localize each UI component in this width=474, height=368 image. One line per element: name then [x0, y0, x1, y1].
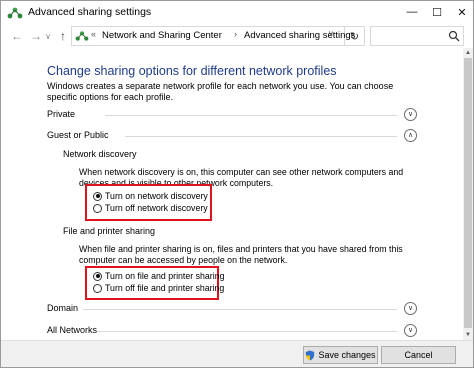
radio-turn-on-file-printer-sharing[interactable]: Turn on file and printer sharing	[93, 271, 224, 281]
cancel-button[interactable]: Cancel	[381, 346, 456, 364]
radio-turn-off-network-discovery[interactable]: Turn off network discovery	[93, 203, 208, 213]
breadcrumb-advanced-sharing-settings[interactable]: Advanced sharing settings	[244, 30, 355, 41]
maximize-button[interactable]: ☐	[424, 1, 450, 23]
breadcrumb-separator[interactable]: ›	[234, 29, 237, 39]
expand-private-button[interactable]: ∨	[404, 108, 417, 121]
divider	[83, 309, 397, 310]
minimize-button[interactable]: —	[399, 1, 425, 23]
save-changes-label: Save changes	[318, 350, 376, 360]
sharing-settings-content: Change sharing options for different net…	[1, 48, 473, 340]
radio-label: Turn off network discovery	[105, 203, 208, 213]
forward-button[interactable]: →	[29, 26, 43, 46]
window-title: Advanced sharing settings	[28, 6, 152, 18]
radio-button[interactable]	[93, 283, 102, 293]
profile-all-networks-label[interactable]: All Networks	[47, 325, 97, 335]
divider	[125, 136, 397, 137]
expand-all-networks-button[interactable]: ∨	[404, 324, 417, 337]
divider	[105, 115, 397, 116]
page-title: Change sharing options for different net…	[47, 64, 337, 78]
address-overflow-chevron[interactable]: «	[91, 29, 96, 39]
uac-shield-icon	[306, 350, 315, 360]
up-button[interactable]: ↑	[56, 26, 70, 46]
back-button[interactable]: ←	[10, 26, 24, 46]
network-sharing-icon	[75, 31, 89, 41]
file-printer-sharing-label: File and printer sharing	[63, 226, 156, 236]
vertical-scrollbar[interactable]: ▲ ▼	[463, 48, 473, 340]
page-description: Windows creates a separate network profi…	[47, 81, 394, 102]
address-dropdown[interactable]: ∨	[328, 29, 334, 38]
radio-button-selected[interactable]	[93, 271, 102, 281]
recent-locations-dropdown[interactable]: ∨	[43, 26, 53, 46]
radio-turn-on-network-discovery[interactable]: Turn on network discovery	[93, 191, 208, 201]
radio-label: Turn off file and printer sharing	[105, 283, 225, 293]
radio-button-selected[interactable]	[93, 191, 102, 201]
save-changes-button[interactable]: Save changes	[303, 346, 378, 364]
navigation-bar: ← → ∨ ↑ « Network and Sharing Center › A…	[1, 25, 473, 47]
search-input[interactable]	[370, 26, 464, 46]
divider	[97, 331, 397, 332]
title-bar: Advanced sharing settings — ☐ ✕	[1, 1, 473, 25]
radio-turn-off-file-printer-sharing[interactable]: Turn off file and printer sharing	[93, 283, 224, 293]
advanced-sharing-window: Advanced sharing settings — ☐ ✕ ← → ∨ ↑ …	[0, 0, 474, 368]
scroll-up-arrow[interactable]: ▲	[463, 48, 473, 58]
radio-button[interactable]	[93, 203, 102, 213]
radio-label: Turn on network discovery	[105, 191, 208, 201]
breadcrumb-network-sharing-center[interactable]: Network and Sharing Center	[102, 30, 222, 41]
collapse-guest-public-button[interactable]: ∧	[404, 129, 417, 142]
file-printer-sharing-description: When file and printer sharing is on, fil…	[79, 244, 403, 265]
profile-domain-label[interactable]: Domain	[47, 303, 78, 313]
scroll-down-arrow[interactable]: ▼	[463, 330, 473, 340]
profile-private-label[interactable]: Private	[47, 109, 75, 119]
expand-domain-button[interactable]: ∨	[404, 302, 417, 315]
address-bar[interactable]: « Network and Sharing Center › Advanced …	[71, 26, 355, 46]
search-icon	[448, 30, 460, 42]
footer-bar: Save changes Cancel	[1, 340, 473, 367]
scroll-thumb[interactable]	[464, 58, 472, 328]
profile-guest-public-label[interactable]: Guest or Public	[47, 130, 109, 140]
close-button[interactable]: ✕	[449, 1, 474, 23]
network-sharing-icon	[7, 7, 23, 19]
refresh-button[interactable]: ↻	[345, 26, 365, 46]
radio-label: Turn on file and printer sharing	[105, 271, 225, 281]
network-discovery-label: Network discovery	[63, 149, 137, 159]
